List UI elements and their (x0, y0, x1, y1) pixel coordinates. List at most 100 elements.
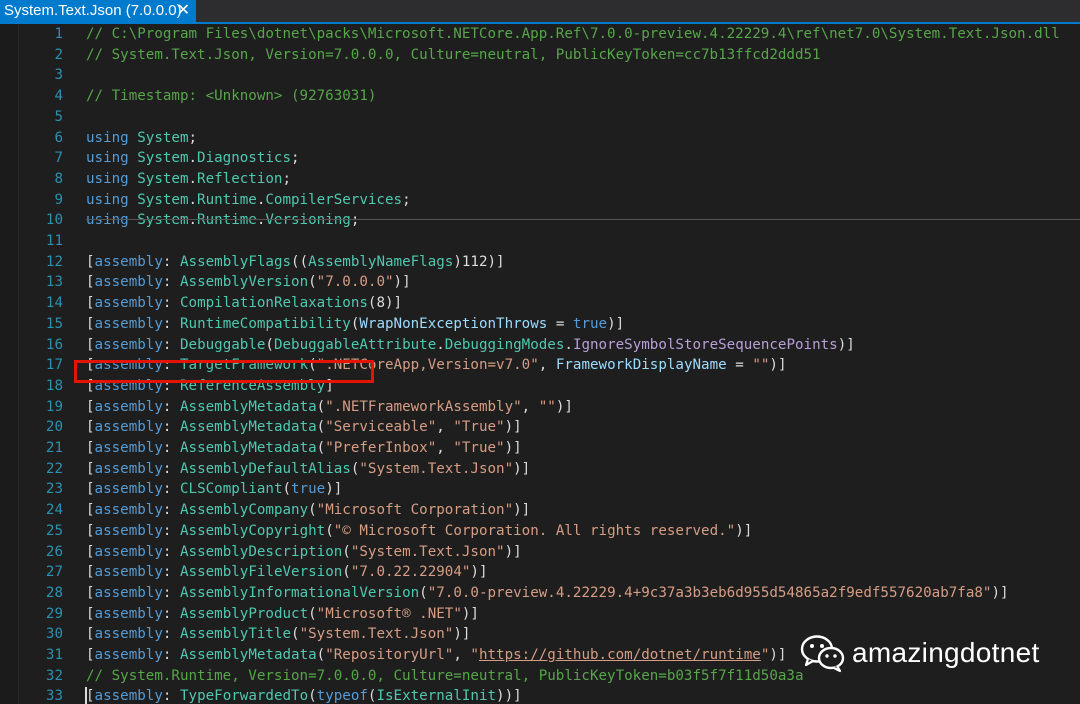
code-line[interactable]: 1 // C:\Program Files\dotnet\packs\Micros… (19, 24, 1080, 45)
code-token: assembly (94, 481, 163, 498)
code-token: )] (837, 336, 855, 353)
code-token: : (162, 460, 180, 477)
code-token: RuntimeCompatibility (179, 315, 351, 332)
code-line[interactable]: 19 [assembly: AssemblyMetadata(".NETFrame… (19, 397, 1080, 418)
code-line[interactable]: 16 [assembly: Debuggable(DebuggableAttrib… (19, 335, 1080, 356)
code-line[interactable]: 26 [assembly: AssemblyDescription("System… (19, 542, 1080, 563)
code-token: ".NETFrameworkAssembly" (325, 398, 522, 415)
line-number: 28 (45, 584, 63, 601)
close-icon[interactable]: ✕ (177, 0, 190, 22)
code-line[interactable]: 24 [assembly: AssemblyCompany("Microsoft … (19, 500, 1080, 521)
code-token: [ (86, 502, 95, 519)
code-token: : (162, 543, 180, 560)
code-token: [ (86, 605, 95, 622)
code-token: // C:\Program Files\dotnet\packs\Microso… (86, 26, 1060, 42)
code-line[interactable]: 29 [assembly: AssemblyProduct("Microsoft®… (19, 604, 1080, 625)
code-token: [ (86, 398, 95, 415)
code-token: "" (752, 357, 770, 374)
code-line[interactable]: 4 // Timestamp: <Unknown> (92763031) (19, 86, 1080, 107)
code-line[interactable]: 21 [assembly: AssemblyMetadata("PreferInb… (19, 438, 1080, 459)
code-line[interactable]: 13 [assembly: AssemblyVersion("7.0.0.0")] (19, 272, 1080, 293)
code-token: : (162, 419, 180, 436)
code-token: assembly (94, 398, 163, 415)
code-token: "System.Text.Json" (350, 543, 505, 560)
code-token: )] (991, 584, 1009, 601)
code-line[interactable]: 14 [assembly: CompilationRelaxations(8)] (19, 293, 1080, 314)
code-token: // System.Runtime, Version=7.0.0.0, Cult… (86, 667, 804, 684)
document-tab[interactable]: System.Text.Json (7.0.0.0) ✕ (0, 0, 196, 22)
code-line[interactable]: 15 [assembly: RuntimeCompatibility(WrapNo… (19, 314, 1080, 335)
code-token: Runtime (197, 191, 257, 208)
code-token: ( (308, 502, 317, 519)
code-line[interactable]: 2 // System.Text.Json, Version=7.0.0.0, C… (19, 45, 1080, 66)
code-token: TypeForwardedTo (179, 688, 309, 704)
code-line[interactable]: 22 [assembly: AssemblyDefaultAlias("Syste… (19, 459, 1080, 480)
code-line[interactable]: 28 [assembly: AssemblyInformationalVersio… (19, 583, 1080, 604)
code-token: [ (86, 647, 95, 663)
repository-link[interactable]: https://github.com/dotnet/runtime (479, 647, 761, 663)
code-token: : (162, 584, 180, 601)
code-text: [assembly: AssemblyInformationalVersion(… (86, 583, 1009, 604)
code-line[interactable]: 23 [assembly: CLSCompliant(true)] (19, 479, 1080, 500)
code-line[interactable]: 5 (19, 107, 1080, 128)
code-line[interactable]: 9 using System.Runtime.CompilerServices; (19, 190, 1080, 211)
code-token: assembly (94, 295, 163, 312)
line-number: 11 (45, 233, 63, 249)
code-text: [assembly: RuntimeCompatibility(WrapNonE… (86, 314, 624, 335)
code-token: Debuggable (179, 336, 266, 353)
code-token: AssemblyFlags (179, 253, 292, 270)
code-token: [ (86, 626, 95, 643)
code-token: AssemblyCopyright (179, 522, 326, 539)
code-text: [assembly: AssemblyMetadata("RepositoryU… (86, 645, 786, 666)
code-token: : (162, 336, 180, 353)
line-number: 23 (45, 481, 63, 498)
code-token: ( (419, 584, 428, 601)
line-number: 26 (45, 543, 63, 560)
code-text: // C:\Program Files\dotnet\packs\Microso… (86, 24, 1060, 45)
code-line[interactable]: 10 using System.Runtime.Versioning; (19, 210, 1080, 231)
code-line[interactable]: 3 (19, 65, 1080, 86)
line-number: 12 (45, 253, 63, 270)
code-token: , (521, 398, 539, 415)
code-text: [assembly: CompilationRelaxations(8)] (86, 293, 402, 314)
code-token: assembly (94, 460, 163, 477)
code-token: "Microsoft® .NET" (316, 605, 462, 622)
code-token: "7.0.22.22904" (350, 564, 471, 581)
code-line[interactable]: 25 [assembly: AssemblyCopyright("© Micros… (19, 521, 1080, 542)
code-token: CompilerServices (265, 191, 403, 208)
code-line[interactable]: 7 using System.Diagnostics; (19, 148, 1080, 169)
code-token: ( (325, 522, 334, 539)
code-token: "System.Text.Json" (299, 626, 454, 643)
code-token: ; (402, 191, 411, 208)
line-number: 22 (45, 460, 63, 477)
code-token: : (162, 647, 180, 663)
code-line[interactable]: 8 using System.Reflection; (19, 169, 1080, 190)
code-token: )] (769, 357, 787, 374)
code-token: assembly (94, 315, 163, 332)
code-token: "True" (453, 440, 505, 456)
code-token: AssemblyCompany (179, 502, 309, 519)
code-token: Versioning (265, 212, 351, 229)
code-token: assembly (94, 688, 163, 704)
text-caret (85, 687, 87, 704)
line-number: 7 (54, 150, 63, 167)
code-token: [ (86, 564, 95, 581)
code-token: )] (325, 481, 343, 498)
code-line[interactable]: 20 [assembly: AssemblyMetadata("Serviceab… (19, 417, 1080, 438)
code-line[interactable]: 12 [assembly: AssemblyFlags((AssemblyName… (19, 252, 1080, 273)
code-token: AssemblyDefaultAlias (179, 460, 351, 477)
line-number: 2 (54, 46, 63, 63)
line-number: 30 (45, 626, 63, 643)
code-token: Runtime (197, 212, 257, 229)
code-token: : (162, 522, 180, 539)
code-line[interactable]: 6 using System; (19, 128, 1080, 149)
code-line[interactable]: 33 [assembly: TypeForwardedTo(typeof(IsEx… (19, 686, 1080, 704)
line-number: 10 (45, 212, 63, 229)
code-token: )] (769, 647, 787, 663)
code-token: // Timestamp: <Unknown> (92763031) (86, 88, 377, 105)
line-number: 6 (54, 129, 63, 146)
code-line[interactable]: 11 (19, 231, 1080, 252)
code-token: "Serviceable" (325, 419, 437, 436)
code-editor[interactable]: 3433[assembly: TypeForwardedTo(typeof(Is… (19, 24, 1080, 704)
code-line[interactable]: 27 [assembly: AssemblyFileVersion("7.0.22… (19, 562, 1080, 583)
